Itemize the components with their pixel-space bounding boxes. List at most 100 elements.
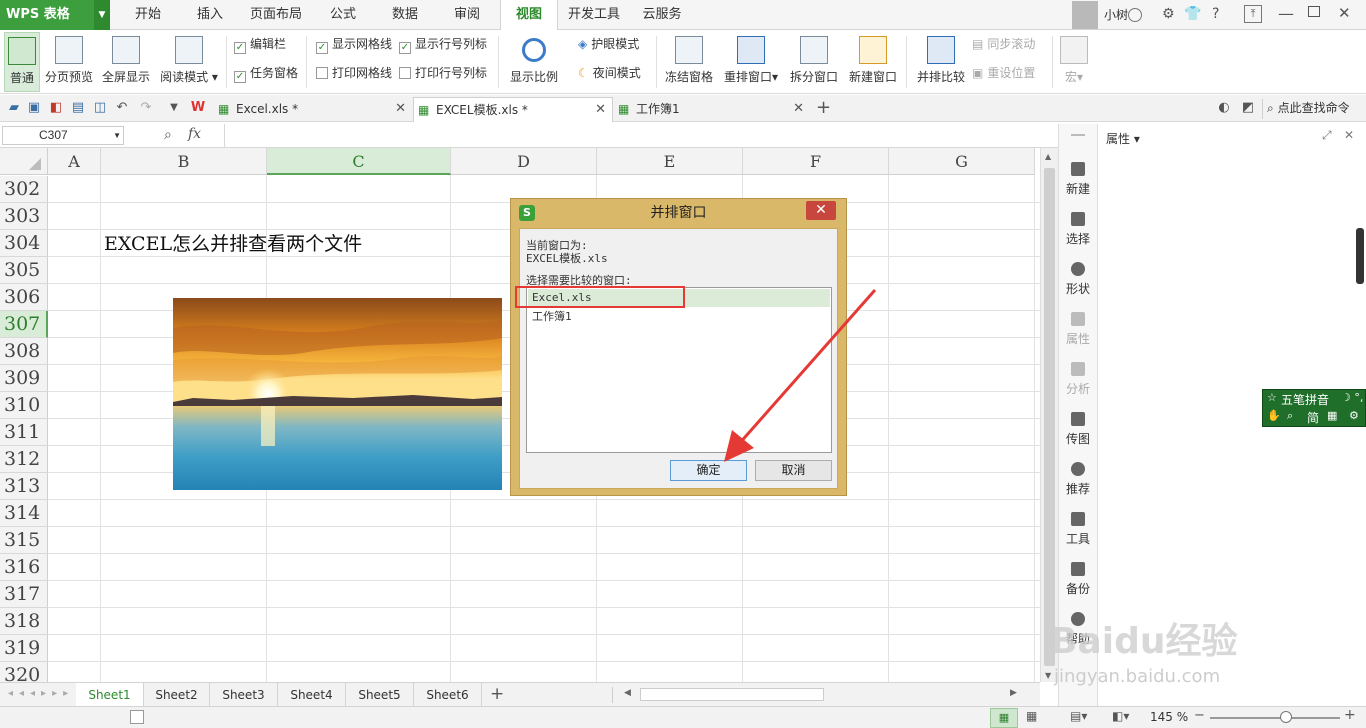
side-volume-handle[interactable] <box>1356 228 1364 284</box>
scroll-right-icon[interactable]: ▶ <box>1010 688 1017 698</box>
menu-home[interactable]: 开始 <box>122 0 174 30</box>
feedback-icon[interactable]: ◩ <box>1240 100 1256 116</box>
share-icon[interactable]: ◐ <box>1216 100 1232 116</box>
row-header[interactable]: 303 <box>0 203 48 230</box>
tab-excel-template[interactable]: ▦ EXCEL模板.xls * ✕ <box>413 97 613 122</box>
menu-data[interactable]: 数据 <box>380 0 430 30</box>
tab-excel-xls[interactable]: ▦ Excel.xls * ✕ <box>214 97 412 122</box>
ime-hand-icon[interactable]: ✋ <box>1267 409 1281 422</box>
row-header[interactable]: 317 <box>0 581 48 608</box>
row-header[interactable]: 312 <box>0 446 48 473</box>
ime-search-icon[interactable]: ⌕ <box>1287 409 1293 423</box>
chevron-down-icon[interactable]: ▼ <box>94 0 110 30</box>
collapse-ribbon-icon[interactable]: ⤒ <box>1244 5 1262 23</box>
split-window-button[interactable]: 拆分窗口 <box>786 32 842 92</box>
sheet-tab[interactable]: Sheet2 <box>144 683 210 707</box>
column-header[interactable]: A <box>48 148 101 175</box>
normal-view-status-icon[interactable]: ▦ <box>990 708 1018 728</box>
row-header[interactable]: 315 <box>0 527 48 554</box>
zoom-level[interactable]: 145 % <box>1150 710 1188 724</box>
column-header[interactable]: B <box>101 148 267 175</box>
row-header[interactable]: 313 <box>0 473 48 500</box>
sheet-tab[interactable]: Sheet6 <box>414 683 482 707</box>
restore-icon[interactable] <box>1308 6 1320 17</box>
sidebar-item-recommend[interactable]: 推荐 <box>1059 456 1097 506</box>
row-header[interactable]: 304 <box>0 230 48 257</box>
formula-input[interactable] <box>224 124 1058 147</box>
close-window-icon[interactable]: ✕ <box>1338 4 1351 22</box>
horizontal-scrollbar-thumb[interactable] <box>640 688 824 701</box>
print-headers-checkbox[interactable]: 打印行号列标 <box>399 64 487 82</box>
skin-icon[interactable]: 👕 <box>1184 6 1201 22</box>
ime-settings-icon[interactable]: ⚙ <box>1349 409 1359 422</box>
scroll-up-icon[interactable]: ▲ <box>1045 152 1051 161</box>
add-sheet-plus-icon[interactable]: + <box>490 684 504 704</box>
row-header[interactable]: 311 <box>0 419 48 446</box>
reading-mode-status-icon[interactable]: ▤▾ <box>1070 709 1087 723</box>
sidebar-item-new[interactable]: 新建 <box>1059 156 1097 206</box>
scroll-down-icon[interactable]: ▼ <box>1045 671 1051 680</box>
sidebar-item-shape[interactable]: 形状 <box>1059 256 1097 306</box>
row-header[interactable]: 306 <box>0 284 48 311</box>
drag-handle-icon[interactable] <box>1071 134 1085 136</box>
show-headers-checkbox[interactable]: ✓ 显示行号列标 <box>399 35 487 54</box>
new-window-button[interactable]: 新建窗口 <box>844 32 902 92</box>
avatar[interactable] <box>1072 1 1098 29</box>
close-icon[interactable]: ✕ <box>1344 128 1354 142</box>
ime-mode[interactable]: 简 <box>1307 409 1319 426</box>
arrange-windows-button[interactable]: 重排窗口▾ <box>720 32 782 92</box>
wps-logo-icon[interactable]: W <box>190 100 206 116</box>
menu-cloud[interactable]: 云服务 <box>636 0 688 30</box>
sheet-tab[interactable]: Sheet1 <box>76 683 144 707</box>
close-icon[interactable]: ✕ <box>793 97 804 121</box>
redo-icon[interactable]: ↷ <box>138 100 154 116</box>
task-pane-checkbox[interactable]: ✓ 任务窗格 <box>234 64 298 83</box>
zoom-formula-icon[interactable]: ⌕ <box>164 127 172 143</box>
sidebar-item-properties[interactable]: 属性 <box>1059 306 1097 356</box>
page-break-view-icon[interactable]: ▦ <box>1026 709 1037 723</box>
column-header-selected[interactable]: C <box>267 148 451 175</box>
row-header[interactable]: 314 <box>0 500 48 527</box>
side-by-side-button[interactable]: 并排比较 <box>912 32 970 92</box>
name-box[interactable]: C307 ▼ <box>2 126 124 145</box>
macro-record-icon[interactable] <box>130 710 144 724</box>
sheet-tab[interactable]: Sheet3 <box>210 683 278 707</box>
user-name[interactable]: 小树 <box>1104 0 1128 30</box>
dock-pane-icon[interactable]: ⤢ <box>1322 128 1332 143</box>
eye-protect-status-icon[interactable]: ◧▾ <box>1112 709 1129 723</box>
close-icon[interactable]: ✕ <box>595 98 606 122</box>
freeze-panes-button[interactable]: 冻结窗格 <box>662 32 716 92</box>
print-icon[interactable]: ▤ <box>70 100 86 116</box>
show-gridlines-checkbox[interactable]: ✓ 显示网格线 <box>316 35 392 54</box>
zoom-in-icon[interactable]: + <box>1344 707 1356 723</box>
sidebar-item-tools[interactable]: 工具 <box>1059 506 1097 556</box>
menu-review[interactable]: 审阅 <box>442 0 492 30</box>
properties-pane-title[interactable]: 属性 ▾ <box>1106 130 1140 147</box>
menu-developer[interactable]: 开发工具 <box>564 0 624 30</box>
user-status-icon[interactable] <box>1128 8 1142 22</box>
zoom-slider-thumb[interactable] <box>1280 711 1292 723</box>
cell-b304-text[interactable]: EXCEL怎么并排查看两个文件 <box>104 232 362 256</box>
tab-workbook1[interactable]: ▦ 工作簿1 ✕ <box>614 97 810 122</box>
row-header[interactable]: 310 <box>0 392 48 419</box>
command-search[interactable]: ⌕ 点此查找命令 <box>1262 99 1350 119</box>
column-header[interactable]: G <box>889 148 1035 175</box>
fx-icon[interactable]: fx <box>188 126 201 142</box>
vertical-scrollbar[interactable]: ▲ ▼ <box>1040 148 1058 682</box>
save-icon[interactable]: ▣ <box>26 100 42 116</box>
open-folder-icon[interactable]: ▰ <box>6 100 22 116</box>
zoom-button[interactable]: 显示比例 <box>506 32 562 92</box>
row-header[interactable]: 319 <box>0 635 48 662</box>
macro-button[interactable]: 宏▾ <box>1058 32 1090 92</box>
night-mode-button[interactable]: ☾ 夜间模式 <box>578 64 641 82</box>
print-preview-icon[interactable]: ◫ <box>92 100 108 116</box>
fullscreen-button[interactable]: 全屏显示 <box>98 32 154 92</box>
new-tab-plus-icon[interactable]: + <box>816 97 831 118</box>
zoom-out-icon[interactable]: − <box>1194 708 1205 723</box>
sheet-tab[interactable]: Sheet5 <box>346 683 414 707</box>
row-header[interactable]: 308 <box>0 338 48 365</box>
quick-access-dropdown-icon[interactable]: ▼ <box>166 100 182 116</box>
column-header[interactable]: E <box>597 148 743 175</box>
settings-icon[interactable]: ⚙ <box>1162 6 1178 22</box>
undo-icon[interactable]: ↶ <box>114 100 130 116</box>
